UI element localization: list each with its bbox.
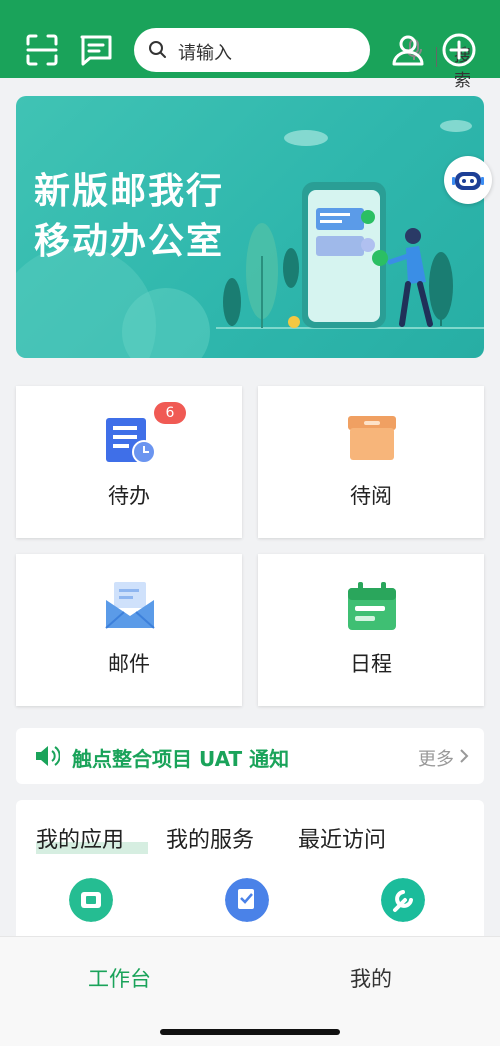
promo-banner[interactable]: 新版邮我行 移动办公室 [16,96,484,358]
card-mail[interactable]: 邮件 [16,554,242,706]
todo-count-badge: 6 [154,402,186,424]
chevron-right-icon[interactable] [458,748,470,764]
card-todo[interactable]: 6 待办 [16,386,242,538]
bottom-tab-bar: 工作台 我的 [0,936,500,1046]
notice-bar[interactable]: 触点整合项目 UAT 通知 更多 [16,728,484,784]
tab-my-apps[interactable]: 我的应用 [36,822,124,854]
home-indicator [160,1029,340,1035]
apps-section: 我的应用 我的服务 最近访问 [16,800,484,940]
mail-icon [105,582,155,629]
search-bar[interactable]: 请输入 搜索 [134,28,471,91]
user-icon[interactable] [390,32,426,68]
add-circle-icon[interactable] [441,32,477,68]
assistant-robot-button[interactable] [444,156,492,204]
app-icon-1[interactable] [69,878,113,922]
todo-icon [106,418,156,464]
search-input[interactable]: 请输入 [178,39,232,65]
status-bar [0,0,500,20]
app-icon-3[interactable] [381,878,425,922]
tab-recent[interactable]: 最近访问 [298,822,386,854]
app-icon-2[interactable] [225,878,269,922]
notice-more-link[interactable]: 更多 [418,745,454,771]
banner-title-line2: 移动办公室 [34,221,225,262]
message-icon[interactable] [78,32,114,68]
scan-icon[interactable] [24,32,60,68]
top-header: 请输入 搜索 [0,20,500,91]
to-read-icon [348,416,396,460]
calendar-icon [348,582,396,630]
card-calendar[interactable]: 日程 [258,554,484,706]
card-mail-label: 邮件 [108,652,150,676]
card-calendar-label: 日程 [350,652,392,676]
card-to-read[interactable]: 待阅 [258,386,484,538]
search-divider [436,47,437,67]
tab-workbench[interactable]: 工作台 [88,963,151,993]
tab-my-services[interactable]: 我的服务 [166,822,254,854]
card-todo-label: 待办 [108,484,150,508]
banner-title-line1: 新版邮我行 [34,171,225,212]
card-to-read-label: 待阅 [350,484,392,508]
search-icon [149,41,166,58]
tab-mine[interactable]: 我的 [350,963,392,993]
notice-text[interactable]: 触点整合项目 UAT 通知 [72,743,289,772]
robot-icon [452,172,484,190]
speaker-icon [36,746,60,766]
